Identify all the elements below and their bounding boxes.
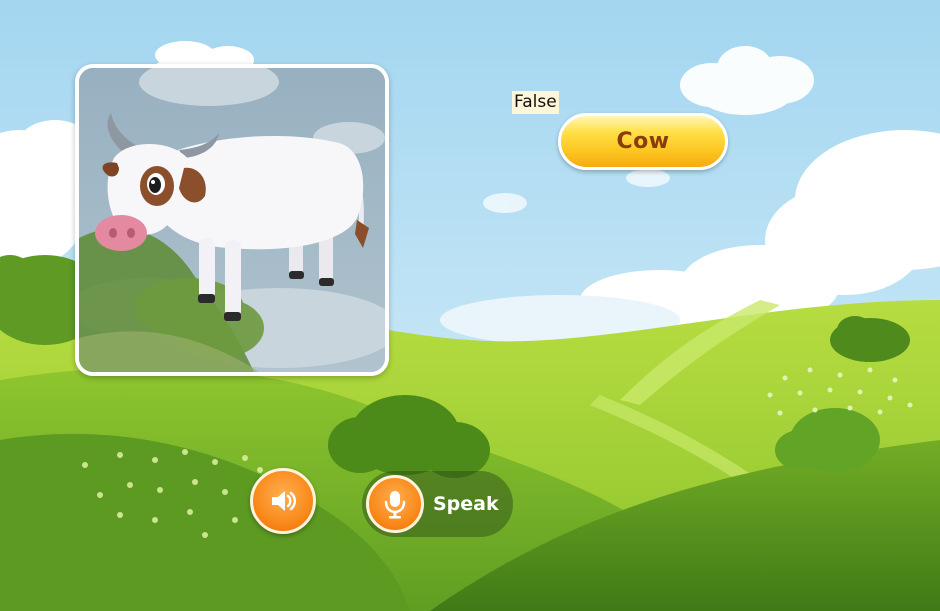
mic-circle — [366, 475, 424, 533]
game-scene: False Cow Speak — [0, 0, 940, 611]
speak-button[interactable]: Speak — [362, 471, 513, 537]
status-label: False — [512, 91, 559, 114]
play-sound-button[interactable] — [250, 468, 316, 534]
speaker-icon — [272, 491, 296, 511]
answer-label: Cow — [616, 129, 670, 154]
microphone-icon — [384, 491, 406, 519]
answer-button[interactable]: Cow — [558, 113, 728, 170]
animal-picture-card — [75, 64, 389, 376]
speak-label: Speak — [433, 493, 499, 515]
cow-illustration — [79, 68, 385, 372]
